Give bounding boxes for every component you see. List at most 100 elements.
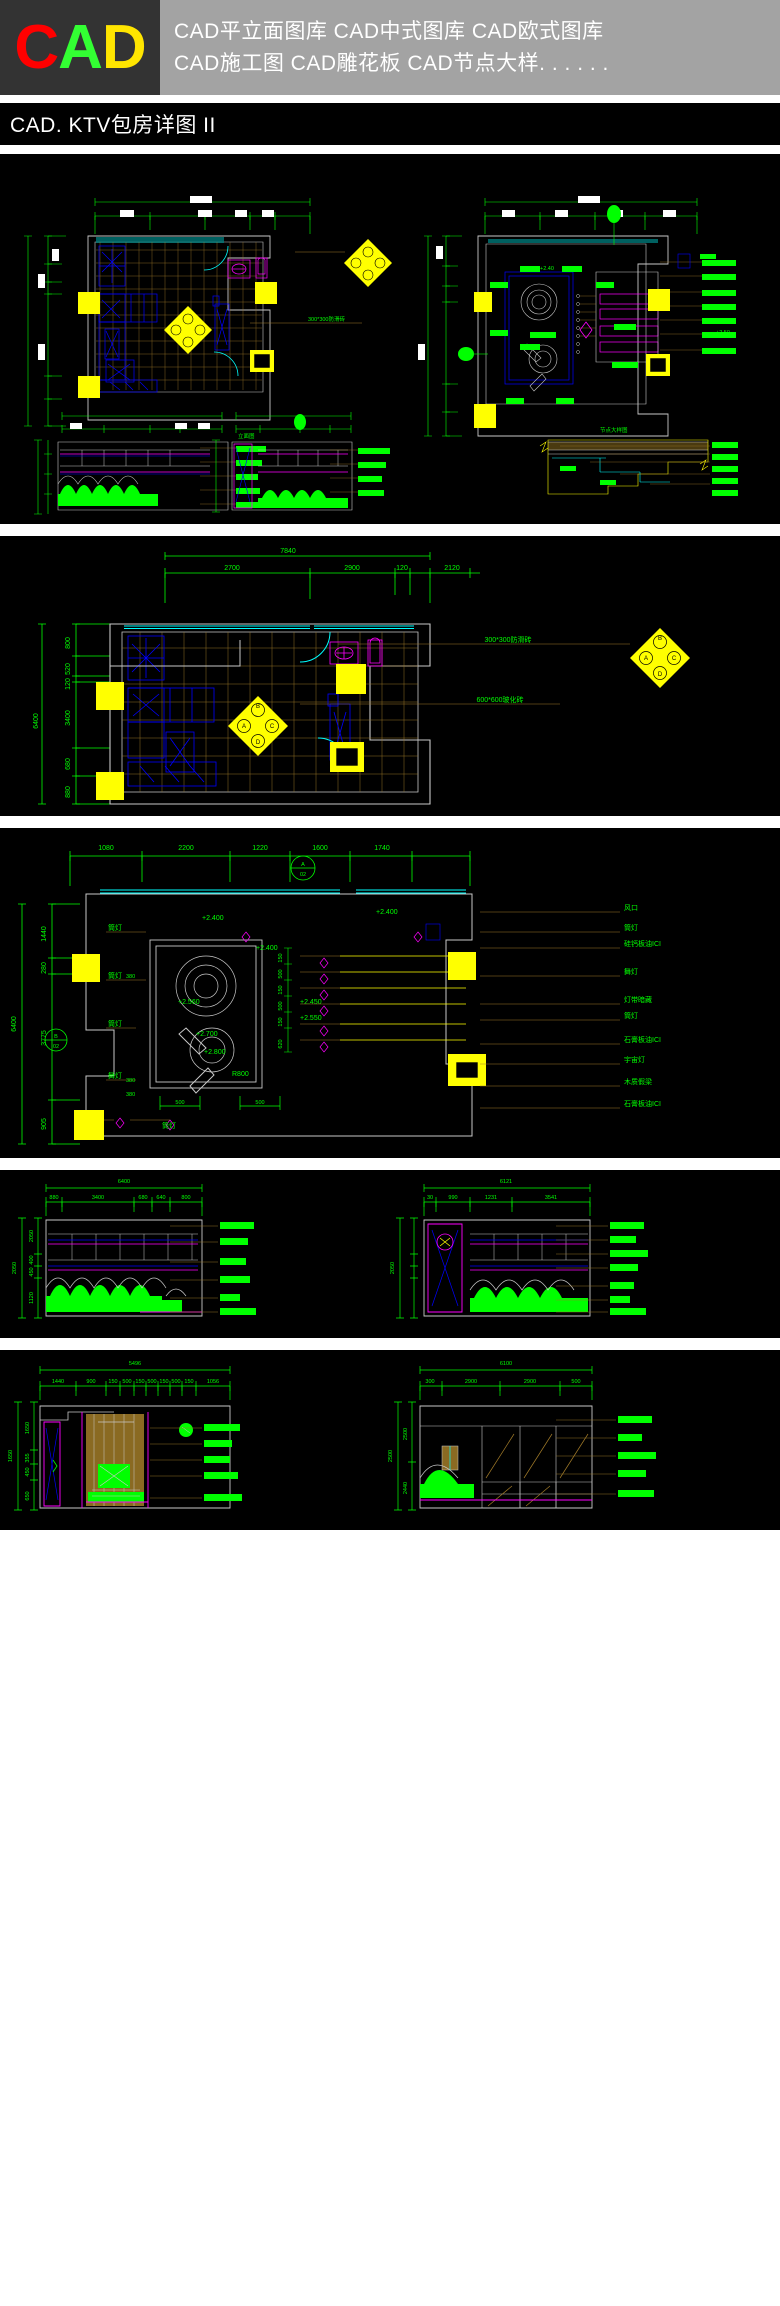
note-antiskid-tile: 300*300防滑砖 (484, 635, 531, 644)
svg-text:D: D (658, 672, 663, 678)
elev-d-h-total: 2500 (388, 1450, 394, 1462)
dim-total-width: 7840 (280, 548, 296, 555)
page-title: CAD. KTV包房详图 II (10, 114, 216, 137)
elev-c-h2: 355 (25, 1453, 31, 1462)
ceil-column-2 (74, 1110, 104, 1140)
ceil-right-label-1: 风口 (624, 904, 638, 912)
elev-a-d2: 3400 (92, 1195, 104, 1201)
cad-panel-elevations-cd[interactable]: 5496 1440 900 150 500 150 500 150 500 15… (0, 1350, 780, 1530)
ceil-dim-5: 1740 (374, 845, 390, 852)
inner-dim-3: 150 (278, 985, 284, 994)
radius-label: R800 (232, 1071, 249, 1078)
elev-c-h-total: 1650 (8, 1450, 14, 1462)
inner-dim-6: 620 (278, 1039, 284, 1048)
ceil-total-height: 6400 (11, 1016, 18, 1032)
cad-logo: CAD (0, 0, 160, 95)
elev-c-d3: 150 (108, 1379, 117, 1385)
ceil-right-label-5: 灯带暗藏 (624, 995, 652, 1004)
svg-text:+2.40: +2.40 (540, 266, 554, 272)
panel-gap-1 (0, 524, 780, 536)
ceil-left-label-3: 筒灯 (108, 1019, 122, 1028)
ceil-dim-3: 1220 (252, 845, 268, 852)
column-2 (96, 772, 124, 800)
cad-panel-floor-plan[interactable]: 7840 2700 2900 120 2120 6400 800 520 120… (0, 536, 780, 816)
inner-dim-4: 500 (278, 1001, 284, 1010)
panel-gap-2 (0, 816, 780, 828)
logo-letter-a: A (58, 12, 103, 82)
note-polished-tile: 600*600玻化砖 (476, 695, 523, 704)
elev-b-d4: 3541 (545, 1195, 557, 1201)
elev-a-h3: 450 (29, 1267, 35, 1276)
ceil-right-label-4: 舞灯 (624, 967, 638, 976)
ceil-left-1: 1440 (41, 926, 48, 942)
elev-a-h1: 2050 (29, 1230, 35, 1242)
elev-d-d1: 300 (425, 1379, 434, 1385)
ceil-right-label-9: 木质假梁 (624, 1077, 652, 1086)
dim-left-5: 680 (65, 758, 72, 770)
ceil-dim-4: 1600 (312, 845, 328, 852)
ceil-offset-4: 380 (126, 1078, 135, 1084)
sheet-title-bar: CAD. KTV包房详图 II (0, 103, 780, 145)
ceil-left-label-4: 舞灯 (108, 1071, 122, 1080)
elev-a-h2: 400 (29, 1255, 35, 1264)
column-3 (336, 664, 366, 694)
tag-b: B (256, 704, 260, 710)
level-stage-3: +2.800 (204, 1049, 226, 1056)
elev-d-total: 6100 (500, 1361, 512, 1367)
elev-c-h4: 650 (25, 1491, 31, 1500)
ceil-dim-1: 1080 (98, 845, 114, 852)
elev-b-d2: 990 (448, 1195, 457, 1201)
svg-text:节点大样图: 节点大样图 (600, 426, 628, 434)
svg-text:B: B (658, 636, 662, 642)
ceil-column-1 (72, 954, 100, 982)
dim-left-6: 880 (65, 786, 72, 798)
elev-c-d7: 150 (159, 1379, 168, 1385)
dim-left-4: 3400 (65, 710, 72, 726)
ceil-dim-2: 2200 (178, 845, 194, 852)
page-root: CAD CAD平立面图库 CAD中式图库 CAD欧式图库 CAD施工图 CAD雕… (0, 0, 780, 2306)
column-1 (96, 682, 124, 710)
elev-b-h-total: 2050 (390, 1262, 396, 1274)
dim-left-1: 800 (65, 637, 72, 649)
svg-text:02: 02 (300, 872, 306, 878)
elev-b-total: 6121 (500, 1179, 512, 1185)
elev-c-d4: 500 (122, 1379, 131, 1385)
elev-c-d9: 150 (184, 1379, 193, 1385)
ceil-right-label-10: 石膏板油ICI (624, 1099, 661, 1108)
elev-c-d10: 1056 (207, 1379, 219, 1385)
level-2: +2.400 (376, 909, 398, 916)
level-5: +2.550 (300, 1015, 322, 1022)
elev-c-d5: 150 (135, 1379, 144, 1385)
cad-panel-elevations-ab[interactable]: 6400 880 3400 680 640 800 2050 2050 400 … (0, 1170, 780, 1338)
dim-top-1: 2700 (224, 565, 240, 572)
elev-a-d5: 800 (181, 1195, 190, 1201)
elev-a-d4: 640 (156, 1195, 165, 1201)
ceil-column-3 (448, 952, 476, 980)
elev-a-total: 6400 (118, 1179, 130, 1185)
elev-c-d1: 1440 (52, 1379, 64, 1385)
svg-text:B: B (54, 1034, 58, 1040)
level-stage-1: +2.560 (178, 999, 200, 1006)
svg-text:A: A (644, 656, 648, 662)
elev-d-d3: 2900 (524, 1379, 536, 1385)
level-1: +2.400 (202, 915, 224, 922)
header-line-2: CAD施工图 CAD雕花板 CAD节点大样. . . . . . (174, 51, 609, 75)
note-overview-tile: 300*300防滑砖 (308, 315, 345, 323)
dim-left-3: 120 (65, 678, 72, 690)
elev-c-d6: 500 (147, 1379, 156, 1385)
inner-dim-1: 150 (278, 953, 284, 962)
svg-text:02: 02 (53, 1044, 59, 1050)
elev-b-d3: 1231 (485, 1195, 497, 1201)
elev-a-d3: 680 (138, 1195, 147, 1201)
title-spacer-top (0, 95, 780, 103)
ceil-offset-3: 380 (126, 974, 135, 980)
svg-text:+2.50: +2.50 (716, 330, 730, 336)
inner-dim-5: 150 (278, 1017, 284, 1026)
logo-letter-c: C (14, 12, 59, 82)
dim-top-4: 2120 (444, 565, 460, 572)
logo-letter-d: D (101, 12, 147, 82)
cad-panel-ceiling-plan[interactable]: 1080 2200 1220 1600 1740 A 02 6400 1440 … (0, 828, 780, 1158)
cad-panel-overview[interactable]: 300*300防滑砖 +2.40 +2.50 立面图 节点大样图 (0, 154, 780, 524)
svg-text:A: A (301, 862, 305, 868)
ceil-offset-1: 500 (175, 1100, 184, 1106)
